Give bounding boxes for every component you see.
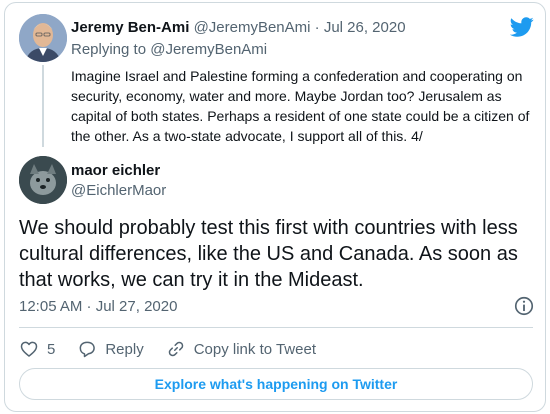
thread-connector-line xyxy=(42,65,44,147)
like-button[interactable]: 5 xyxy=(19,339,55,359)
replying-to-label[interactable]: Replying to @JeremyBenAmi xyxy=(71,41,267,58)
quoted-tweet-text: Imagine Israel and Palestine forming a c… xyxy=(71,68,530,144)
like-count: 5 xyxy=(47,340,56,358)
twitter-bird-icon[interactable] xyxy=(510,15,534,39)
tweet-embed-card: Jeremy Ben-Ami @JeremyBenAmi · Jul 26, 2… xyxy=(4,2,546,412)
tweet-text: We should probably test this first with … xyxy=(19,217,518,291)
quoted-author-name[interactable]: Jeremy Ben-Ami xyxy=(71,19,189,36)
author-handle[interactable]: @EichlerMaor xyxy=(71,182,166,199)
copy-link-button[interactable]: Copy link to Tweet xyxy=(166,339,316,359)
author-avatar[interactable] xyxy=(19,156,67,204)
link-icon xyxy=(168,341,183,357)
quoted-author-meta[interactable]: @JeremyBenAmi · Jul 26, 2020 xyxy=(194,19,406,36)
tweet-timestamp[interactable]: 12:05 AM · Jul 27, 2020 xyxy=(19,298,177,315)
info-icon[interactable] xyxy=(513,295,535,317)
reply-bubble-icon xyxy=(79,341,96,358)
reply-button[interactable]: Reply xyxy=(77,339,144,359)
quoted-author-avatar[interactable] xyxy=(19,14,67,62)
dog-portrait-icon xyxy=(19,156,67,204)
tweet-actions: 5 Reply Copy link to Tweet xyxy=(19,338,338,360)
reply-label: Reply xyxy=(105,340,144,358)
heart-icon xyxy=(20,341,38,357)
person-portrait-icon xyxy=(19,14,67,62)
quoted-author-name-row[interactable]: Jeremy Ben-Ami @JeremyBenAmi · Jul 26, 2… xyxy=(71,19,406,36)
author-name[interactable]: maor eichler xyxy=(71,162,160,179)
explore-twitter-button[interactable]: Explore what's happening on Twitter xyxy=(19,368,533,400)
action-divider xyxy=(19,327,533,328)
copy-link-label: Copy link to Tweet xyxy=(193,340,316,358)
